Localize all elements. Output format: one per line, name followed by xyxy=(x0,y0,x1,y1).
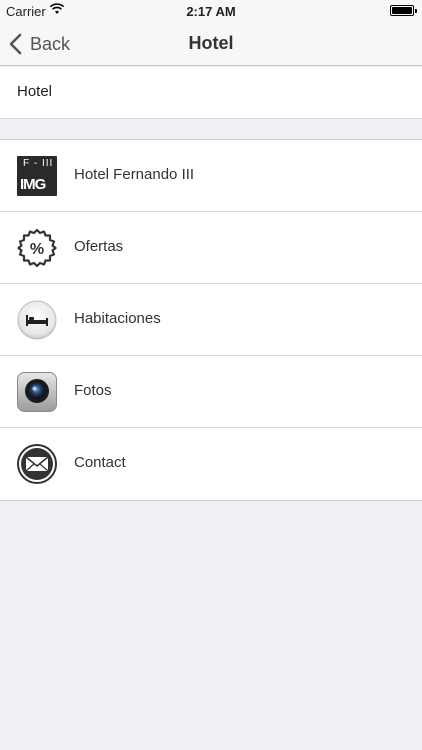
bed-icon xyxy=(17,300,57,340)
list-item-contact[interactable]: Contact xyxy=(0,428,422,500)
mail-icon xyxy=(17,444,57,484)
section-header: Hotel xyxy=(0,67,422,119)
section-header-label: Hotel xyxy=(17,83,53,100)
hotel-logo-icon: F - III IMG xyxy=(17,156,57,196)
logo-text-top: F - III xyxy=(23,158,54,169)
percent-badge-icon: % xyxy=(17,228,57,268)
camera-icon xyxy=(17,372,57,412)
list-item-label: Ofertas xyxy=(74,238,124,255)
list-item-label: Habitaciones xyxy=(74,310,161,327)
list-item-label: Fotos xyxy=(74,382,112,399)
list-item-habitaciones[interactable]: Habitaciones xyxy=(0,284,422,356)
list-item-fotos[interactable]: Fotos xyxy=(0,356,422,428)
logo-text-bottom: IMG xyxy=(20,176,46,193)
svg-text:%: % xyxy=(30,241,44,258)
menu-list: F - III IMG Hotel Fernando III % Ofertas xyxy=(0,139,422,501)
page-title: Hotel xyxy=(188,33,234,53)
list-item-hotel-fernando[interactable]: F - III IMG Hotel Fernando III xyxy=(0,140,422,212)
navigation-bar: Back Hotel xyxy=(0,22,422,66)
battery-icon xyxy=(390,5,417,16)
list-item-label: Hotel Fernando III xyxy=(74,166,195,183)
list-item-ofertas[interactable]: % Ofertas xyxy=(0,212,422,284)
status-bar: Carrier 2:17 AM xyxy=(0,0,422,22)
list-item-label: Contact xyxy=(74,454,126,471)
clock: 2:17 AM xyxy=(186,4,236,19)
